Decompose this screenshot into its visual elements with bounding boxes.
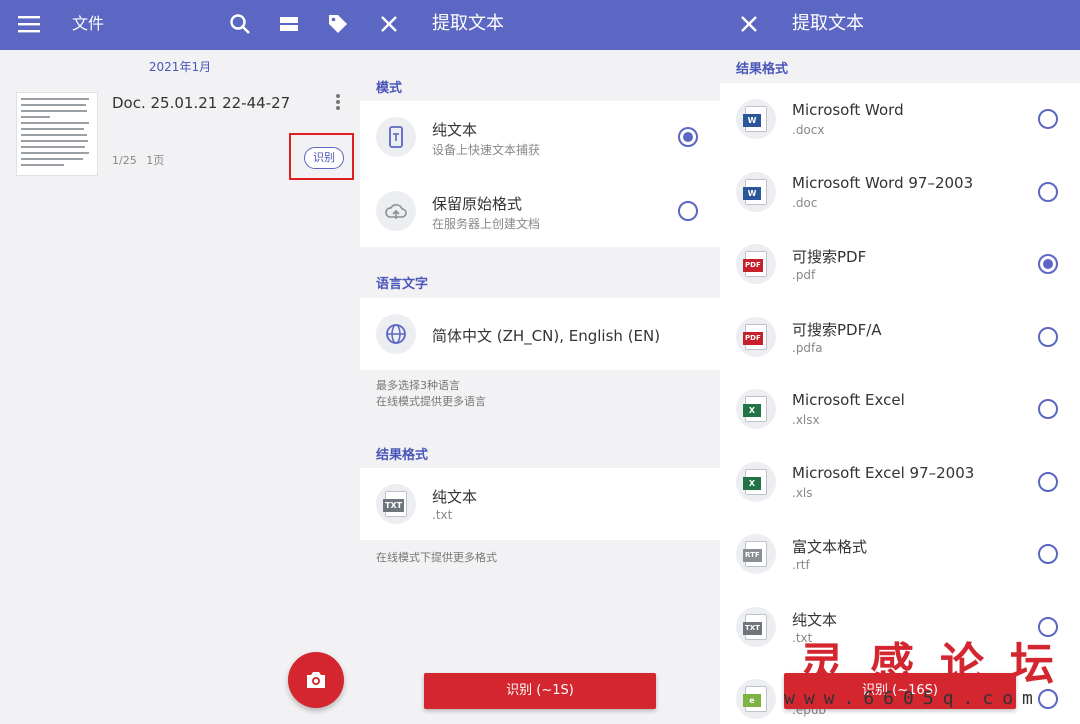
cloud-icon	[376, 191, 416, 231]
format-label: 可搜索PDF	[792, 248, 867, 266]
format-label: Microsoft Excel	[792, 391, 905, 409]
result-format-header: 结果格式	[736, 62, 789, 77]
format-screen-title: 提取文本	[792, 13, 864, 34]
format-radio[interactable]	[1038, 399, 1058, 419]
language-header: 语言文字	[376, 277, 429, 292]
mode-option-keep-format[interactable]: 保留原始格式 在服务器上创建文档	[360, 175, 720, 247]
format-radio[interactable]	[1038, 544, 1058, 564]
format-option-rtf[interactable]: RTF 富文本格式 .rtf	[720, 518, 1080, 590]
mode-description: 设备上快速文本捕获	[432, 143, 541, 157]
mode-label: 纯文本	[432, 121, 478, 139]
document-thumbnail[interactable]	[16, 92, 98, 176]
close-icon[interactable]	[376, 11, 402, 37]
document-meta: 1/25 1页	[112, 152, 164, 168]
format-label: 纯文本	[432, 488, 478, 506]
language-card: 简体中文 (ZH_CN), English (EN)	[360, 298, 720, 370]
phone-text-icon	[376, 117, 416, 157]
tag-icon[interactable]	[325, 11, 351, 37]
document-name: Doc. 25.01.21 22-44-27	[112, 94, 291, 112]
format-radio[interactable]	[1038, 182, 1058, 202]
pdf-file-icon: PDF	[736, 317, 776, 357]
mode-description: 在服务器上创建文档	[432, 217, 541, 231]
format-option-docx[interactable]: W Microsoft Word .docx	[720, 83, 1080, 155]
format-card: TXT 纯文本 .txt	[360, 468, 720, 540]
extract-appbar: 提取文本	[360, 0, 720, 50]
extract-screen: 提取文本 模式 纯文本 设备上快速文本捕获 保留原始格式 在服务器上创建文档 语…	[360, 0, 720, 724]
mode-header: 模式	[376, 81, 403, 96]
format-option-pdfa[interactable]: PDF 可搜索PDF/A .pdfa	[720, 301, 1080, 373]
format-option-xlsx[interactable]: X Microsoft Excel .xlsx	[720, 373, 1080, 445]
word-file-icon: W	[736, 172, 776, 212]
document-page-count: 1页	[146, 154, 165, 167]
view-icon[interactable]	[276, 11, 302, 37]
globe-icon	[376, 314, 416, 354]
rtf-file-icon: RTF	[736, 534, 776, 574]
menu-icon[interactable]	[16, 11, 42, 37]
watermark-title: 灵感论坛	[800, 639, 1080, 690]
language-value: 简体中文 (ZH_CN), English (EN)	[432, 327, 661, 345]
word-file-icon: W	[736, 99, 776, 139]
extract-title: 提取文本	[432, 13, 504, 34]
format-option-doc[interactable]: W Microsoft Word 97–2003 .doc	[720, 156, 1080, 228]
txt-file-icon: TXT	[736, 607, 776, 647]
files-screen: 文件 2021年1月 Doc. 25.01.21 22-44-27 1/25 1…	[0, 0, 360, 724]
files-title: 文件	[72, 14, 105, 33]
format-radio-selected[interactable]	[1038, 254, 1058, 274]
camera-button[interactable]	[288, 652, 344, 708]
watermark-url: www.6605q.com	[784, 688, 1042, 709]
format-ext: .txt	[432, 508, 453, 522]
files-appbar: 文件	[0, 0, 360, 50]
format-label: 富文本格式	[792, 538, 868, 556]
document-pages: 1/25	[112, 154, 137, 167]
format-label: Microsoft Excel 97–2003	[792, 464, 975, 482]
format-option-pdf[interactable]: PDF 可搜索PDF .pdf	[720, 228, 1080, 300]
mode-card: 纯文本 设备上快速文本捕获 保留原始格式 在服务器上创建文档	[360, 101, 720, 247]
format-header: 结果格式	[376, 448, 429, 463]
mode-option-plain-text[interactable]: 纯文本 设备上快速文本捕获	[360, 101, 720, 173]
epub-file-icon: e	[736, 679, 776, 719]
format-label: Microsoft Word 97–2003	[792, 174, 974, 192]
language-hint-line: 在线模式提供更多语言	[376, 395, 486, 408]
format-screen: 提取文本 结果格式 W Microsoft Word .docx W Micro…	[720, 0, 1080, 724]
format-ext: .xls	[792, 486, 813, 500]
mode-radio-selected[interactable]	[678, 127, 698, 147]
format-radio[interactable]	[1038, 109, 1058, 129]
more-options-icon[interactable]	[334, 94, 342, 114]
close-icon[interactable]	[736, 11, 762, 37]
format-radio[interactable]	[1038, 472, 1058, 492]
recognize-button[interactable]: 识别 (~1S)	[424, 673, 656, 709]
ocr-button[interactable]: 识别	[304, 147, 344, 169]
mode-label: 保留原始格式	[432, 195, 523, 213]
search-icon[interactable]	[227, 11, 253, 37]
date-header: 2021年1月	[148, 60, 212, 74]
format-radio[interactable]	[1038, 327, 1058, 347]
format-label: 可搜索PDF/A	[792, 321, 882, 339]
pdf-file-icon: PDF	[736, 244, 776, 284]
format-selector[interactable]: TXT 纯文本 .txt	[360, 468, 720, 540]
format-ext: .doc	[792, 196, 818, 210]
mode-radio[interactable]	[678, 201, 698, 221]
format-hint: 在线模式下提供更多格式	[376, 551, 497, 564]
language-hint: 最多选择3种语言 在线模式提供更多语言	[376, 378, 486, 410]
format-appbar: 提取文本	[720, 0, 1080, 50]
excel-file-icon: X	[736, 462, 776, 502]
excel-file-icon: X	[736, 389, 776, 429]
language-hint-line: 最多选择3种语言	[376, 379, 460, 392]
format-label: 纯文本	[792, 611, 838, 629]
camera-icon	[307, 672, 325, 688]
format-ext: .rtf	[792, 558, 810, 572]
format-option-xls[interactable]: X Microsoft Excel 97–2003 .xls	[720, 446, 1080, 518]
language-selector[interactable]: 简体中文 (ZH_CN), English (EN)	[360, 298, 720, 370]
format-ext: .xlsx	[792, 413, 820, 427]
format-ext: .pdfa	[792, 341, 823, 355]
format-ext: .docx	[792, 123, 825, 137]
format-ext: .pdf	[792, 268, 816, 282]
txt-file-icon: TXT	[376, 484, 416, 524]
format-label: Microsoft Word	[792, 101, 904, 119]
